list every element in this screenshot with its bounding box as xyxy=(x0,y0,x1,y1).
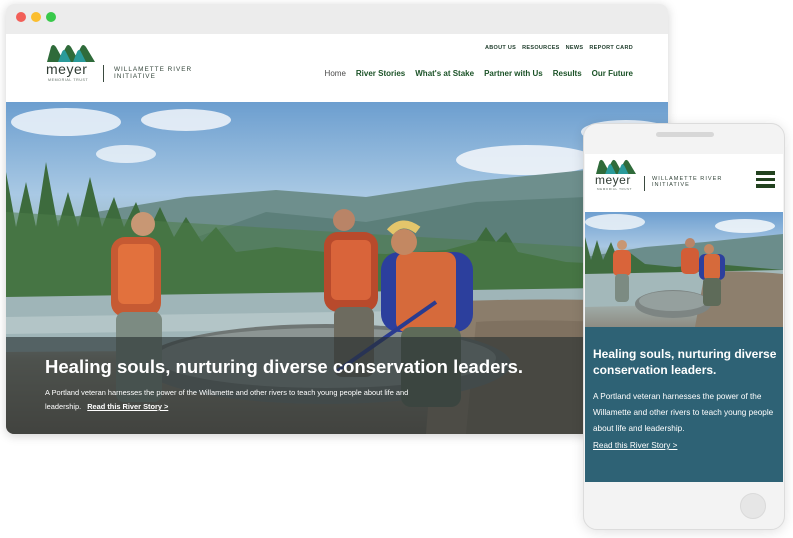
logo-divider xyxy=(103,65,104,82)
nav-item-our-future[interactable]: Our Future xyxy=(592,69,633,78)
minimize-icon[interactable] xyxy=(31,12,41,22)
hamburger-bar xyxy=(756,184,775,188)
utility-nav-report-card[interactable]: REPORT CARD xyxy=(589,45,633,51)
mobile-logo-tagline-line2: INITIATIVE xyxy=(652,181,690,188)
hero-read-story-link[interactable]: Read this River Story > xyxy=(87,402,168,411)
mobile-read-story-link[interactable]: Read this River Story > xyxy=(593,441,677,450)
mobile-logo-tagline: WILLAMETTE RIVER INITIATIVE xyxy=(652,176,722,189)
mobile-hero-image xyxy=(585,212,783,327)
mobile-logo-wave-icon xyxy=(596,159,636,174)
logo-tagline-line2: INITIATIVE xyxy=(114,72,156,80)
site-header: meyer MEMORIAL TRUST WILLAMETTE RIVER IN… xyxy=(6,34,668,102)
phone-speaker xyxy=(656,132,714,137)
mobile-header: meyer MEMORIAL TRUST WILLAMETTE RIVER IN… xyxy=(585,154,783,212)
utility-nav-resources[interactable]: RESOURCES xyxy=(522,45,560,51)
mobile-logo-divider xyxy=(644,176,645,191)
nav-item-home[interactable]: Home xyxy=(325,69,346,78)
utility-nav-news[interactable]: NEWS xyxy=(566,45,584,51)
nav-item-whats-at-stake[interactable]: What's at Stake xyxy=(415,69,474,78)
logo-tagline: WILLAMETTE RIVER INITIATIVE xyxy=(114,66,192,80)
main-nav: Home River Stories What's at Stake Partn… xyxy=(325,69,633,78)
hamburger-menu-icon[interactable] xyxy=(756,171,775,188)
desktop-browser-window: meyer MEMORIAL TRUST WILLAMETTE RIVER IN… xyxy=(6,4,668,434)
logo-subline: MEMORIAL TRUST xyxy=(48,78,89,82)
mobile-logo-subline: MEMORIAL TRUST xyxy=(597,187,633,191)
maximize-icon[interactable] xyxy=(46,12,56,22)
mobile-hero-headline: Healing souls, nurturing diverse conserv… xyxy=(593,347,777,377)
hamburger-bar xyxy=(756,171,775,175)
hero-headline: Healing souls, nurturing diverse conserv… xyxy=(45,356,524,377)
mobile-hero-river-photo xyxy=(585,214,783,327)
hero-section: Healing souls, nurturing diverse conserv… xyxy=(6,102,668,434)
browser-title-bar xyxy=(6,4,668,34)
mobile-hero-description: A Portland veteran harnesses the power o… xyxy=(593,392,774,433)
nav-item-results[interactable]: Results xyxy=(553,69,582,78)
utility-nav: ABOUT US RESOURCES NEWS REPORT CARD xyxy=(485,45,633,51)
hamburger-bar xyxy=(756,177,775,181)
hero-body: A Portland veteran harnesses the power o… xyxy=(45,386,425,414)
mobile-story-panel: Healing souls, nurturing diverse conserv… xyxy=(585,327,783,482)
mobile-logo-wordmark: meyer xyxy=(595,173,631,187)
nav-item-partner-with-us[interactable]: Partner with Us xyxy=(484,69,543,78)
utility-nav-about-us[interactable]: ABOUT US xyxy=(485,45,516,51)
mobile-screen: meyer MEMORIAL TRUST WILLAMETTE RIVER IN… xyxy=(585,154,783,482)
mobile-site-logo[interactable]: meyer MEMORIAL TRUST WILLAMETTE RIVER IN… xyxy=(595,159,745,199)
nav-item-river-stories[interactable]: River Stories xyxy=(356,69,405,78)
site-logo[interactable]: meyer MEMORIAL TRUST WILLAMETTE RIVER IN… xyxy=(46,44,206,84)
mobile-device-frame: meyer MEMORIAL TRUST WILLAMETTE RIVER IN… xyxy=(583,123,785,530)
phone-home-button[interactable] xyxy=(740,493,766,519)
close-icon[interactable] xyxy=(16,12,26,22)
logo-wave-icon xyxy=(47,45,95,62)
logo-wordmark: meyer xyxy=(46,61,88,77)
